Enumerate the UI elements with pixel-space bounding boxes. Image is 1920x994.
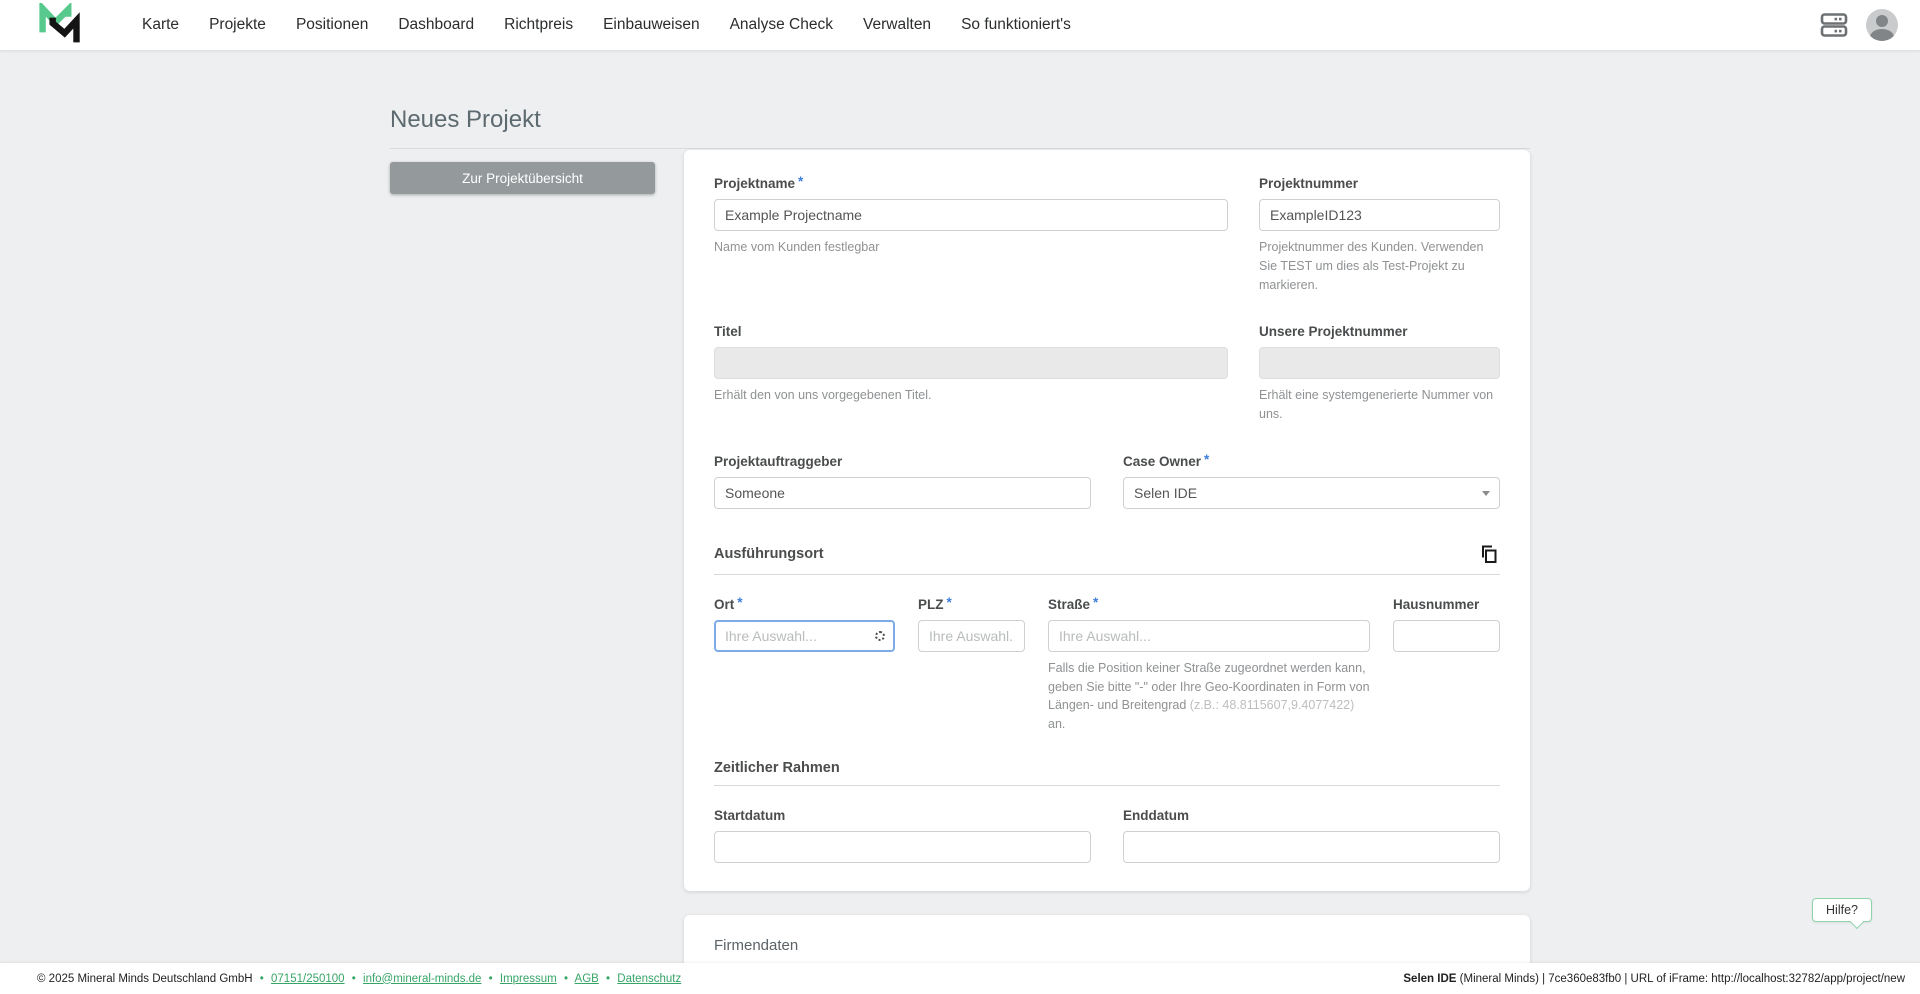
projektname-input[interactable] [714, 199, 1228, 231]
page-title: Neues Projekt [390, 106, 1530, 149]
nav-item-verwalten[interactable]: Verwalten [863, 16, 931, 34]
ort-label: Ort * [714, 594, 743, 612]
footer-separator: • [563, 972, 568, 985]
footer-datenschutz-link[interactable]: Datenschutz [617, 973, 681, 985]
nav-item-dashboard[interactable]: Dashboard [398, 16, 474, 34]
field-projektname: Projektname* Name vom Kunden festlegbar [714, 174, 1228, 294]
section-divider [714, 784, 1500, 786]
plz-label: PLZ * [918, 594, 952, 612]
zur-projektuebersicht-button[interactable]: Zur Projektübersicht [390, 162, 655, 194]
projektnummer-label: Projektnummer [1259, 176, 1359, 191]
server-stack-icon[interactable] [1820, 12, 1850, 38]
projektauftraggeber-label: Projektauftraggeber [714, 453, 843, 469]
plz-input[interactable] [918, 619, 1025, 652]
footer-bar: © 2025 Mineral Minds Deutschland GmbH • … [0, 963, 1920, 994]
main-content: Neues Projekt Zur Projektübersicht Proje… [390, 50, 1530, 994]
avatar-body [1870, 29, 1894, 41]
case-owner-label: Case Owner * [1123, 451, 1210, 469]
unsere-projektnummer-help: Erhält eine systemgenerierte Nummer von … [1259, 388, 1494, 421]
required-asterisk: * [1204, 451, 1210, 467]
footer-separator: • [259, 972, 264, 985]
field-titel: Titel Erhält den von uns vorgegebenen Ti… [714, 324, 1228, 424]
main-nav: Karte Projekte Positionen Dashboard Rich… [142, 16, 1071, 34]
mineral-minds-logo-icon[interactable] [38, 3, 86, 47]
avatar-head [1876, 15, 1888, 27]
startdatum-label: Startdatum [714, 807, 786, 823]
topbar-right-actions [1820, 9, 1898, 41]
projektnummer-help: Projektnummer des Kunden. Verwenden Sie … [1259, 240, 1484, 292]
footer-agb-link[interactable]: AGB [575, 973, 599, 985]
nav-item-karte[interactable]: Karte [142, 16, 179, 34]
unsere-projektnummer-input [1259, 347, 1500, 380]
footer-left: © 2025 Mineral Minds Deutschland GmbH • … [37, 973, 681, 985]
user-avatar-icon[interactable] [1866, 9, 1898, 41]
field-ort: Ort * [714, 594, 895, 734]
footer-separator: • [351, 972, 356, 985]
field-unsere-projektnummer: Unsere Projektnummer Erhält eine systemg… [1259, 324, 1500, 424]
enddatum-input[interactable] [1123, 830, 1500, 863]
enddatum-label: Enddatum [1123, 807, 1189, 823]
field-hausnummer: Hausnummer [1393, 597, 1500, 734]
field-projektauftraggeber: Projektauftraggeber [714, 454, 1091, 509]
hausnummer-input[interactable] [1393, 619, 1500, 652]
ort-input[interactable] [714, 619, 895, 652]
section-divider [714, 573, 1500, 575]
footer-separator: • [606, 972, 611, 985]
new-project-form-card: Projektname* Name vom Kunden festlegbar … [684, 150, 1530, 891]
field-plz: PLZ * [918, 594, 1025, 734]
field-enddatum: Enddatum [1123, 808, 1500, 863]
firmendaten-section-title: Firmendaten [714, 936, 799, 954]
required-asterisk: * [1093, 594, 1099, 610]
ausfuehrungsort-section-title: Ausführungsort [714, 545, 824, 562]
footer-session-info: Selen IDE (Mineral Minds) | 7ce360e83fb0… [1403, 973, 1905, 985]
loading-spinner-icon [875, 630, 885, 641]
titel-input [714, 347, 1228, 380]
field-projektnummer: Projektnummer Projektnummer des Kunden. … [1259, 176, 1500, 294]
logo-svg [39, 3, 80, 43]
nav-item-positionen[interactable]: Positionen [296, 16, 368, 34]
footer-phone-link[interactable]: 07151/250100 [271, 973, 345, 985]
field-startdatum: Startdatum [714, 808, 1091, 863]
footer-user-name: Selen IDE [1403, 972, 1457, 985]
nav-item-projekte[interactable]: Projekte [209, 16, 266, 34]
required-asterisk: * [946, 594, 952, 610]
unsere-projektnummer-label: Unsere Projektnummer [1259, 324, 1408, 340]
projektauftraggeber-input[interactable] [714, 476, 1091, 509]
strasse-input[interactable] [1048, 619, 1370, 652]
startdatum-input[interactable] [714, 830, 1091, 863]
required-asterisk: * [737, 594, 743, 610]
hausnummer-label: Hausnummer [1393, 596, 1480, 612]
top-navigation-bar: Karte Projekte Positionen Dashboard Rich… [0, 0, 1920, 50]
footer-session-details: (Mineral Minds) | 7ce360e83fb0 | URL of … [1459, 972, 1905, 985]
field-strasse: Straße* Falls die Position keiner Straße… [1048, 594, 1370, 734]
nav-item-analyse-check[interactable]: Analyse Check [730, 16, 833, 34]
strasse-label: Straße * [1048, 594, 1099, 612]
zeitlicher-rahmen-section-title: Zeitlicher Rahmen [714, 759, 840, 776]
projektnummer-input[interactable] [1259, 199, 1500, 231]
hilfe-button[interactable]: Hilfe? [1812, 898, 1872, 922]
footer-separator: • [488, 972, 493, 985]
titel-label: Titel [714, 324, 742, 340]
footer-email-link[interactable]: info@mineral-minds.de [363, 973, 481, 985]
left-action-column: Zur Projektübersicht [390, 150, 655, 194]
required-asterisk: * [798, 174, 804, 189]
field-case-owner: Case Owner * [1123, 451, 1500, 509]
case-owner-select[interactable] [1123, 476, 1500, 509]
nav-item-richtpreis[interactable]: Richtpreis [504, 16, 573, 34]
footer-impressum-link[interactable]: Impressum [500, 973, 557, 985]
projektname-help: Name vom Kunden festlegbar [714, 240, 880, 254]
copy-icon[interactable] [1478, 543, 1500, 565]
nav-item-so-funktionierts[interactable]: So funktioniert's [961, 16, 1071, 34]
footer-copyright: © 2025 Mineral Minds Deutschland GmbH [37, 972, 253, 985]
titel-help: Erhält den von uns vorgegebenen Titel. [714, 388, 932, 403]
strasse-help: Falls die Position keiner Straße zugeord… [1048, 660, 1370, 731]
projektname-label: Projektname * [714, 174, 804, 191]
nav-item-einbauweisen[interactable]: Einbauweisen [603, 16, 700, 34]
